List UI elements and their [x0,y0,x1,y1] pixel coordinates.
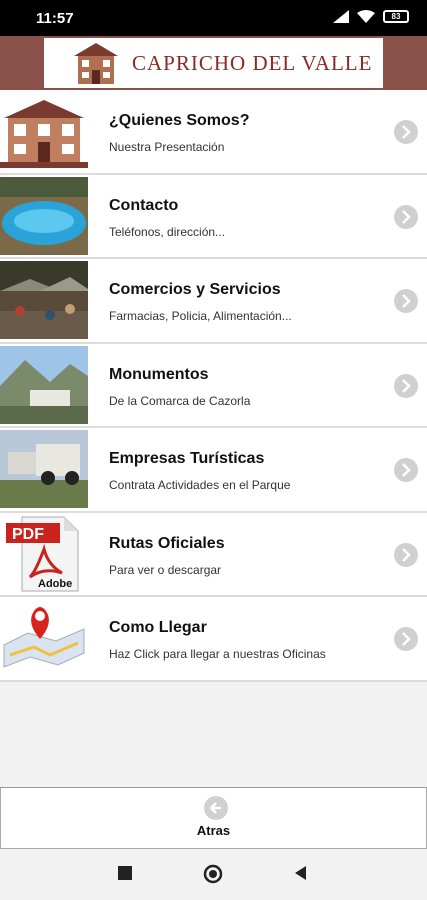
menu-item-subtitle: Haz Click para llegar a nuestras Oficina… [109,647,326,661]
home-icon[interactable] [203,864,223,884]
status-bar: 11:57 83 [0,0,427,36]
menu-item-empresas[interactable]: Empresas Turísticas Contrata Actividades… [0,428,427,513]
battery-icon: 83 [383,10,409,23]
system-nav-bar [0,849,427,900]
house-logo-icon [74,43,118,84]
svg-text:Adobe: Adobe [38,578,72,590]
back-label: Atras [196,823,231,838]
menu-item-title: Empresas Turísticas [109,450,265,467]
brand-name: CAPRICHO DEL VALLE [132,50,373,75]
chevron-right-icon[interactable] [394,373,418,398]
menu-item-subtitle: Para ver o descargar [109,562,222,577]
menu-item-title: ¿Quienes Somos? [109,112,250,129]
chevron-right-icon[interactable] [394,120,418,144]
svg-text:PDF: PDF [12,526,44,543]
mountain-village-image [0,345,88,424]
chevron-right-icon[interactable] [394,204,418,229]
house-image [0,92,88,170]
menu-item-subtitle: De la Comarca de Cazorla [109,393,251,408]
wifi-icon [357,10,375,23]
menu-item-como-llegar[interactable]: Como Llegar Haz Click para llegar a nues… [0,597,427,682]
menu-item-title: Monumentos [109,365,209,383]
menu-item-comercios[interactable]: Comercios y Servicios Farmacias, Policia… [0,259,427,344]
menu-item-subtitle: Nuestra Presentación [109,140,225,154]
pool-image [0,176,88,255]
menu-item-subtitle: Teléfonos, dirección... [109,224,226,239]
pdf-icon: PDF Adobe [0,514,88,593]
menu-item-title: Como Llegar [109,619,207,636]
back-button[interactable]: Atras [0,787,427,849]
menu-item-title: Comercios y Servicios [109,281,281,298]
menu-item-contacto[interactable]: Contacto Teléfonos, dirección... [0,174,427,259]
street-image [0,261,88,339]
chevron-right-icon[interactable] [394,627,418,651]
signal-icon [333,10,349,23]
jeep-image [0,430,88,508]
back-arrow-icon[interactable] [204,796,228,820]
back-nav-icon[interactable] [294,866,308,880]
menu-item-monumentos[interactable]: Monumentos De la Comarca de Cazorla [0,343,427,428]
map-pin-icon [0,599,88,677]
menu-list: ¿Quienes Somos? Nuestra Presentación Con… [0,90,427,682]
chevron-right-icon[interactable] [394,542,418,567]
recent-apps-icon[interactable] [118,866,132,880]
chevron-right-icon[interactable] [394,458,418,482]
status-icons: 83 [333,10,409,23]
menu-item-title: Rutas Oficiales [109,534,225,552]
menu-item-subtitle: Farmacias, Policia, Alimentación... [109,309,292,323]
menu-item-subtitle: Contrata Actividades en el Parque [109,478,291,492]
menu-item-title: Contacto [109,196,179,214]
brand-logo: CAPRICHO DEL VALLE [44,38,383,88]
app-header: CAPRICHO DEL VALLE [0,36,427,90]
chevron-right-icon[interactable] [394,289,418,313]
status-time: 11:57 [36,10,74,27]
menu-item-rutas[interactable]: PDF Adobe Rutas Oficiales Para ver o des… [0,512,427,597]
menu-item-quienes-somos[interactable]: ¿Quienes Somos? Nuestra Presentación [0,90,427,175]
